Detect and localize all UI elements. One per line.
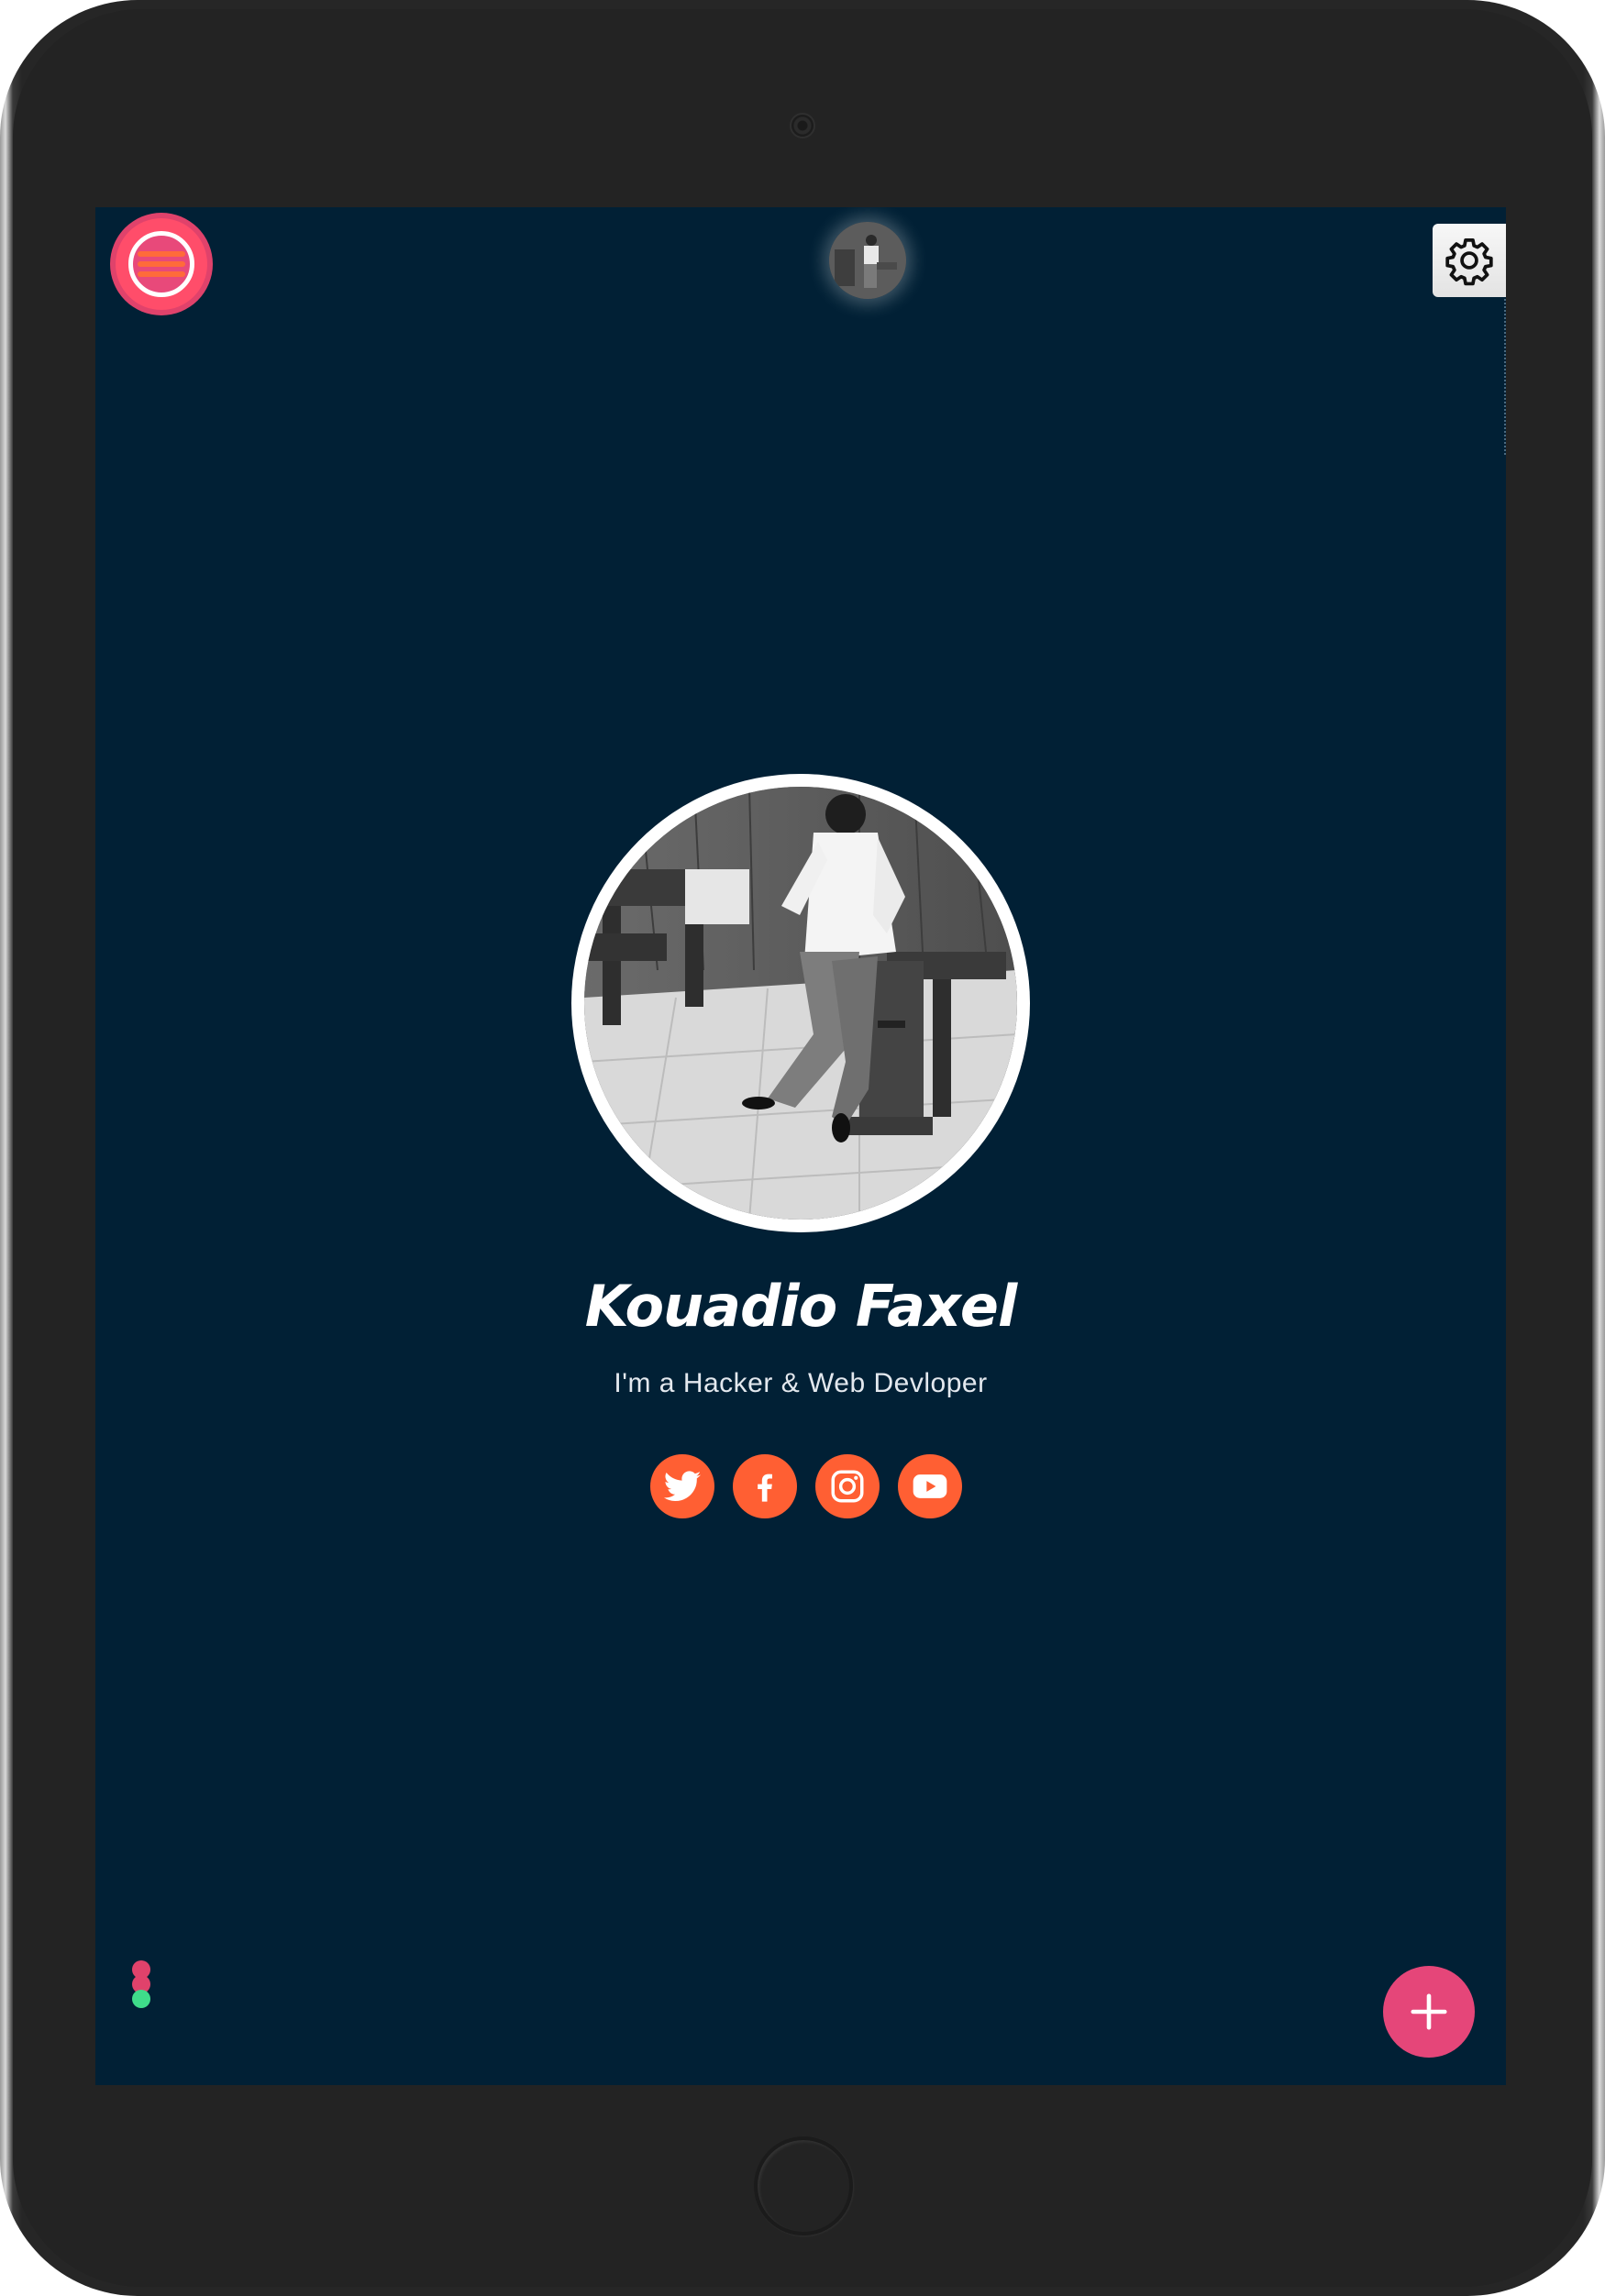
front-camera (790, 113, 815, 138)
hamburger-menu-icon (128, 231, 194, 297)
gear-icon (1445, 237, 1493, 286)
profile-tagline: I'm a Hacker & Web Devloper (614, 1368, 988, 1398)
plus-icon (1411, 1993, 1447, 2030)
scrollbar[interactable] (1503, 299, 1506, 455)
facebook-icon (758, 1474, 772, 1502)
youtube-button[interactable] (898, 1454, 962, 1518)
menu-button[interactable] (116, 218, 207, 310)
social-links (95, 1454, 1506, 1518)
twitter-icon (663, 1471, 702, 1502)
youtube-icon (913, 1474, 947, 1498)
twitter-button[interactable] (650, 1454, 714, 1518)
header-avatar[interactable] (829, 222, 906, 299)
add-button[interactable] (1383, 1966, 1475, 2058)
instagram-button[interactable] (815, 1454, 880, 1518)
facebook-button[interactable] (733, 1454, 797, 1518)
status-indicator (132, 1960, 150, 2008)
home-button[interactable] (754, 2136, 853, 2235)
profile-name: Kouadio Faxel (584, 1273, 1017, 1340)
profile-photo-frame (571, 774, 1030, 1232)
status-dot (132, 1990, 150, 2008)
tablet-frame: Kouadio Faxel I'm a Hacker & Web Devlope… (0, 0, 1605, 2296)
profile-photo (584, 787, 1017, 1220)
screen: Kouadio Faxel I'm a Hacker & Web Devlope… (95, 207, 1506, 2085)
instagram-icon (831, 1470, 864, 1503)
settings-button[interactable] (1433, 224, 1506, 297)
